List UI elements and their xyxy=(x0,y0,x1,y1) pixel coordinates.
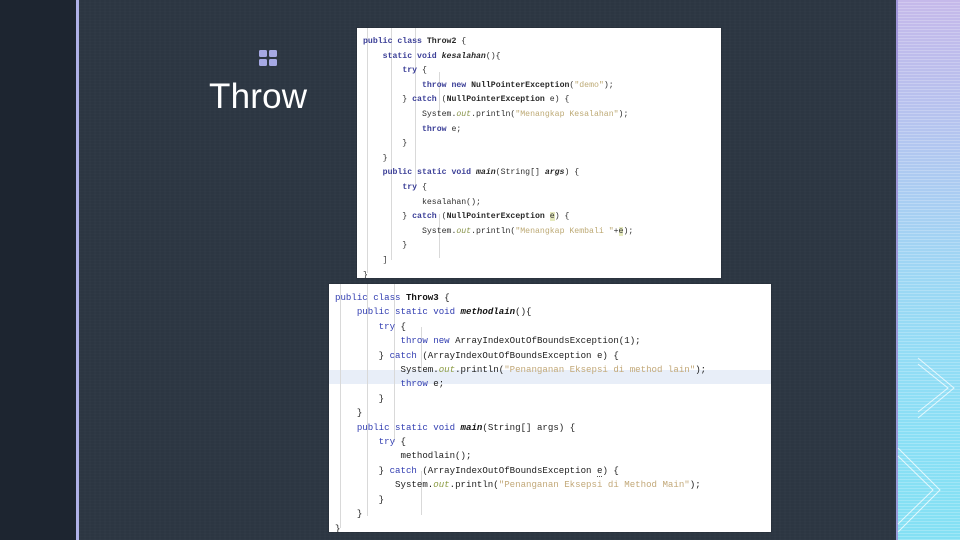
page-title: Throw xyxy=(209,77,308,116)
slide-canvas: Throw public class Throw2 { static void … xyxy=(79,0,896,540)
code-line: System.out.println("Penanganan Eksepsi d… xyxy=(335,479,701,491)
slide-title-block: Throw xyxy=(209,50,369,117)
code-line: throw new NullPointerException("demo"); xyxy=(421,80,614,90)
code-line: } xyxy=(335,392,385,404)
code-line: System.out.println("Penanganan Eksepsi d… xyxy=(335,364,707,376)
code-lines: public class Throw2 { static void kesala… xyxy=(357,33,721,278)
code-block-throw2: public class Throw2 { static void kesala… xyxy=(357,28,721,278)
code-line: } xyxy=(363,153,388,163)
presentation-slide: Throw public class Throw2 { static void … xyxy=(0,0,960,540)
code-line: } xyxy=(335,522,341,533)
code-line: public class Throw3 { xyxy=(335,292,450,303)
chevron-decoration-icon xyxy=(897,357,955,533)
code-lines: public class Throw3 { public static void… xyxy=(329,288,771,532)
code-line: try { xyxy=(402,66,427,76)
code-line: } catch (NullPointerException e) { xyxy=(363,212,570,222)
code-line: } catch (ArrayIndexOutOfBoundsException … xyxy=(335,349,619,361)
code-line: System.out.println("Menangkap Kembali "+… xyxy=(363,226,634,236)
code-line: public static void main(String[] args) { xyxy=(356,421,576,433)
code-line: } xyxy=(335,407,363,419)
code-line: kesalahan(); xyxy=(363,197,481,207)
code-line: public static void main(String[] args) { xyxy=(363,168,580,178)
code-line: public class Throw2 { xyxy=(363,37,467,46)
code-line: static void kesalahan(){ xyxy=(382,51,501,61)
code-line: throw new ArrayIndexOutOfBoundsException… xyxy=(400,335,641,347)
code-line: } catch (NullPointerException e) { xyxy=(363,95,570,105)
grid-2x2-icon xyxy=(259,50,277,67)
code-line: } xyxy=(335,493,385,505)
code-line: public static void methodlain(){ xyxy=(356,306,532,318)
code-line: ] xyxy=(363,255,388,265)
code-line: try { xyxy=(378,436,406,448)
slide-decorative-panel xyxy=(896,0,960,540)
code-line: methodlain(); xyxy=(335,450,472,462)
code-line: throw e; xyxy=(421,124,462,134)
slide-left-gutter xyxy=(0,0,76,540)
code-line: } xyxy=(363,270,368,279)
code-line: } xyxy=(363,139,408,149)
code-line: try { xyxy=(402,182,427,192)
code-line: } xyxy=(363,241,408,251)
code-line: } xyxy=(335,508,363,520)
code-block-throw3: public class Throw3 { public static void… xyxy=(329,284,771,532)
code-line: try { xyxy=(378,320,406,332)
code-line: throw e; xyxy=(400,378,445,390)
code-line: } catch (ArrayIndexOutOfBoundsException … xyxy=(335,464,619,477)
code-line: System.out.println("Menangkap Kesalahan"… xyxy=(363,109,629,119)
